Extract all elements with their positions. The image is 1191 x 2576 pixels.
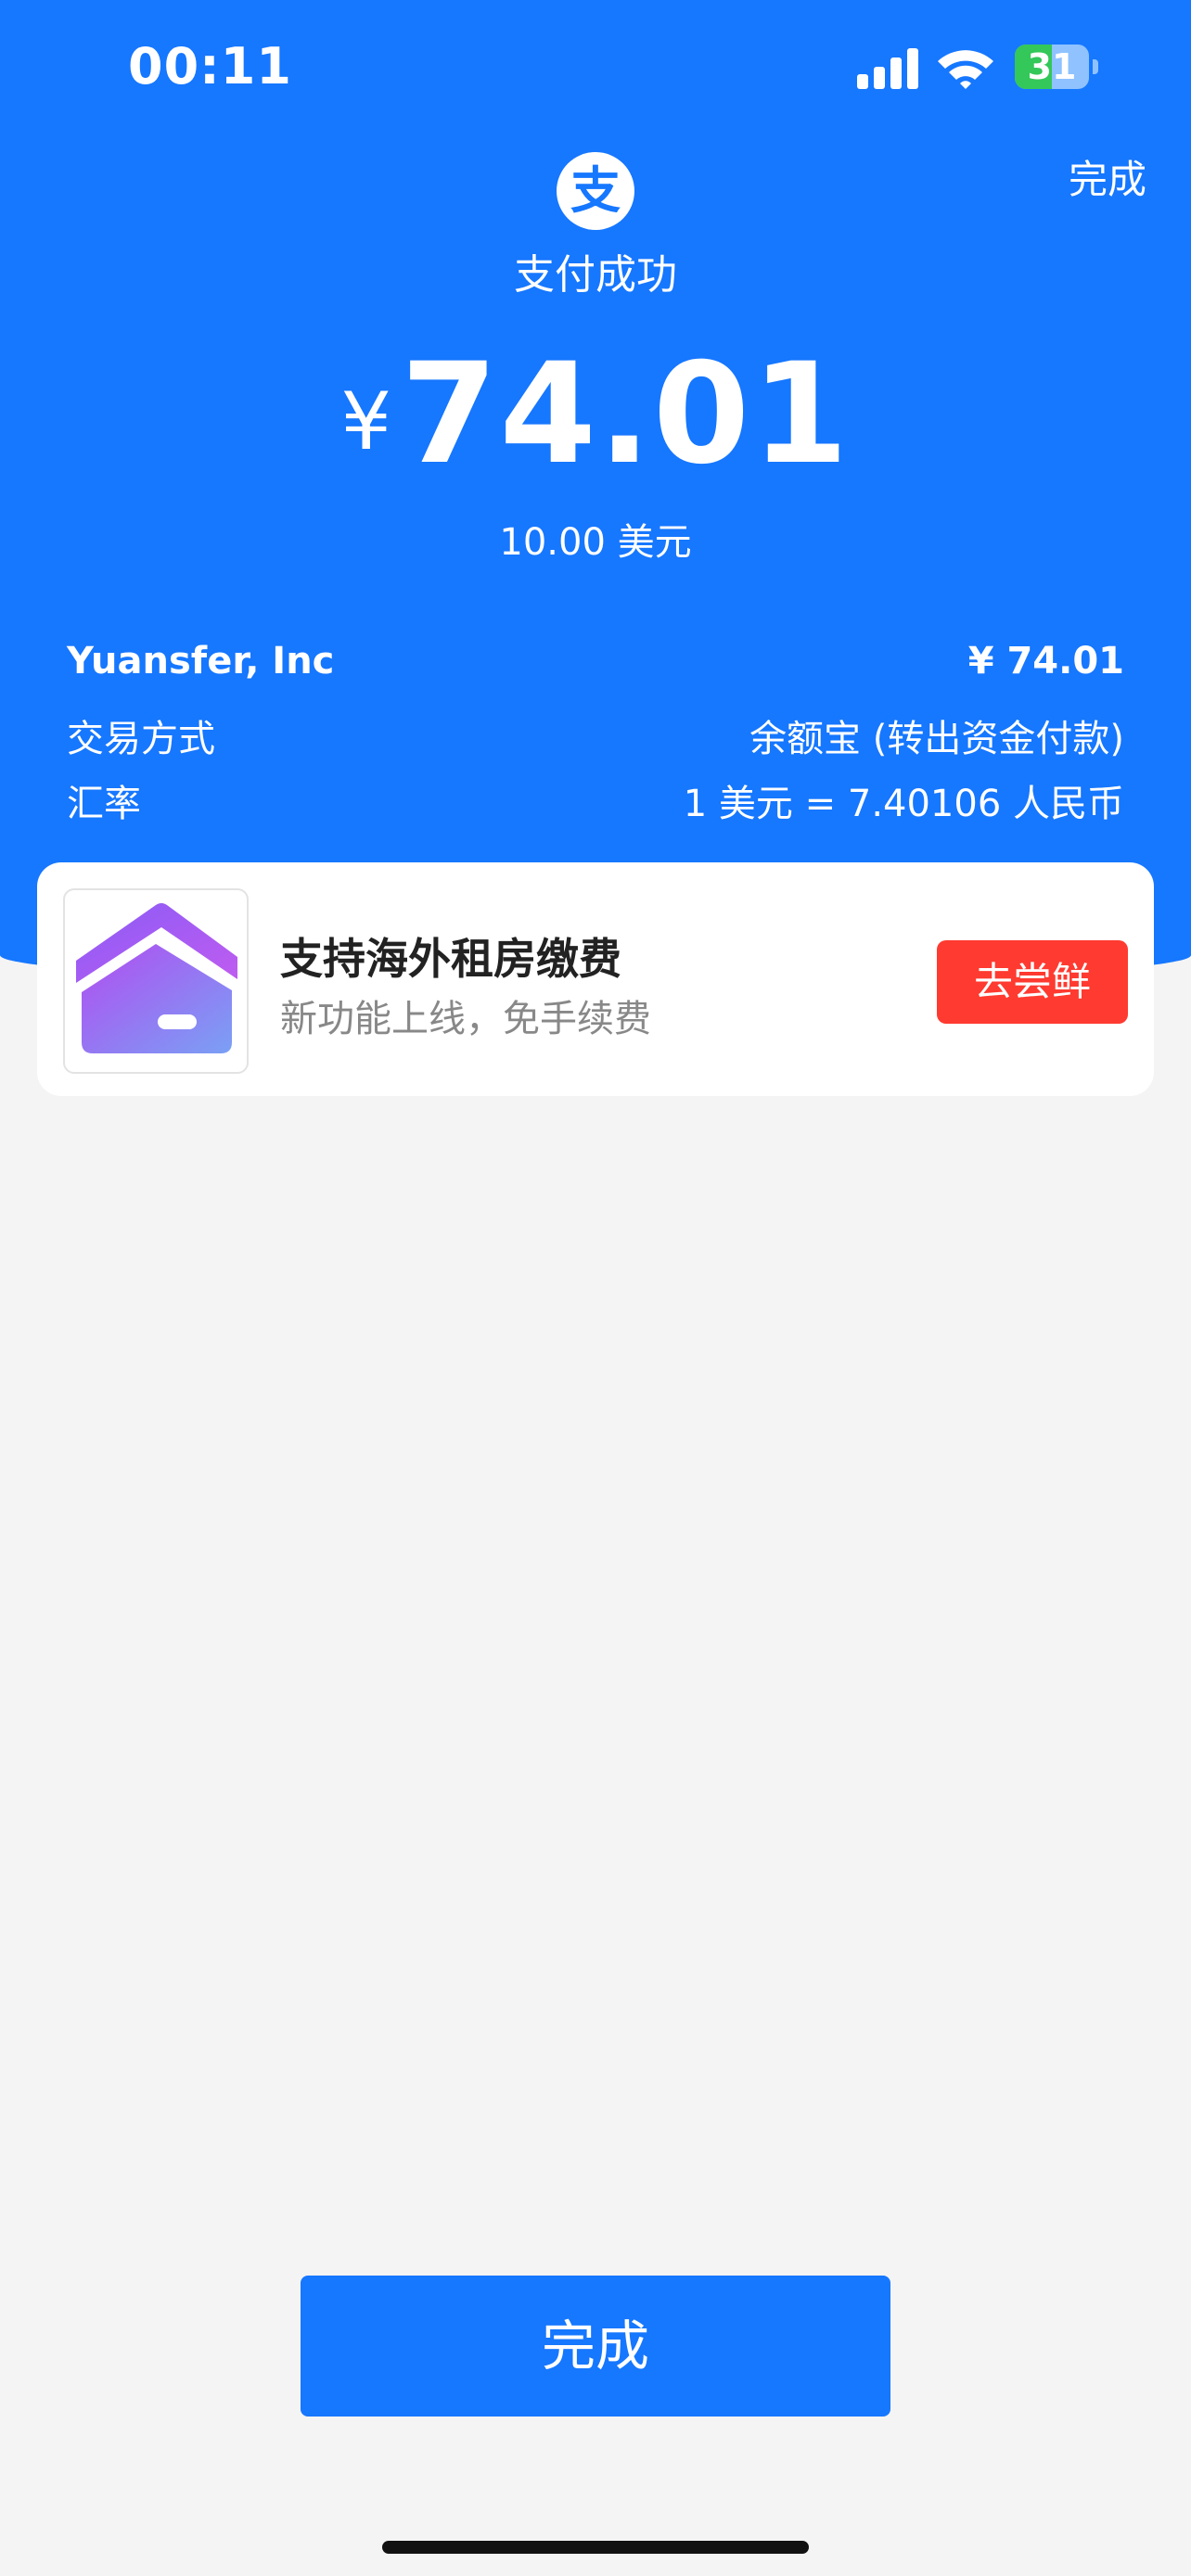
alipay-logo-icon: 支 — [557, 152, 634, 230]
promo-card[interactable]: 支持海外租房缴费 新功能上线，免手续费 去尝鲜 — [37, 862, 1154, 1096]
payment-amount: ¥74.01 — [0, 334, 1191, 495]
done-button[interactable]: 完成 — [301, 2276, 890, 2417]
detail-row-method: 交易方式 余额宝 (转出资金付款) — [67, 708, 1124, 760]
house-icon — [63, 888, 249, 1074]
status-time: 00:11 — [128, 37, 292, 96]
detail-row-rate: 汇率 1 美元 = 7.40106 人民币 — [67, 773, 1124, 825]
detail-row-merchant: Yuansfer, Inc ¥ 74.01 — [67, 640, 1124, 686]
wifi-icon — [935, 46, 996, 91]
merchant-amount: ¥ 74.01 — [967, 640, 1124, 682]
method-label: 交易方式 — [67, 718, 215, 760]
foreign-amount: 10.00 美元 — [499, 521, 692, 564]
amount-value: 74.01 — [401, 334, 851, 495]
cellular-signal-icon — [857, 45, 922, 89]
battery-icon: 31 — [1015, 45, 1098, 89]
promo-title: 支持海外租房缴费 — [280, 934, 621, 984]
currency-symbol: ¥ — [340, 376, 392, 468]
try-now-button[interactable]: 去尝鲜 — [937, 940, 1128, 1024]
merchant-name: Yuansfer, Inc — [67, 640, 335, 682]
battery-level: 31 — [1027, 46, 1077, 87]
home-indicator[interactable] — [382, 2541, 809, 2554]
done-link[interactable]: 完成 — [1069, 148, 1146, 205]
promo-subtitle: 新功能上线，免手续费 — [280, 998, 651, 1040]
payment-status-text: 支付成功 — [514, 251, 677, 299]
method-value: 余额宝 (转出资金付款) — [749, 718, 1124, 760]
rate-label: 汇率 — [67, 783, 141, 825]
rate-value: 1 美元 = 7.40106 人民币 — [683, 783, 1124, 825]
